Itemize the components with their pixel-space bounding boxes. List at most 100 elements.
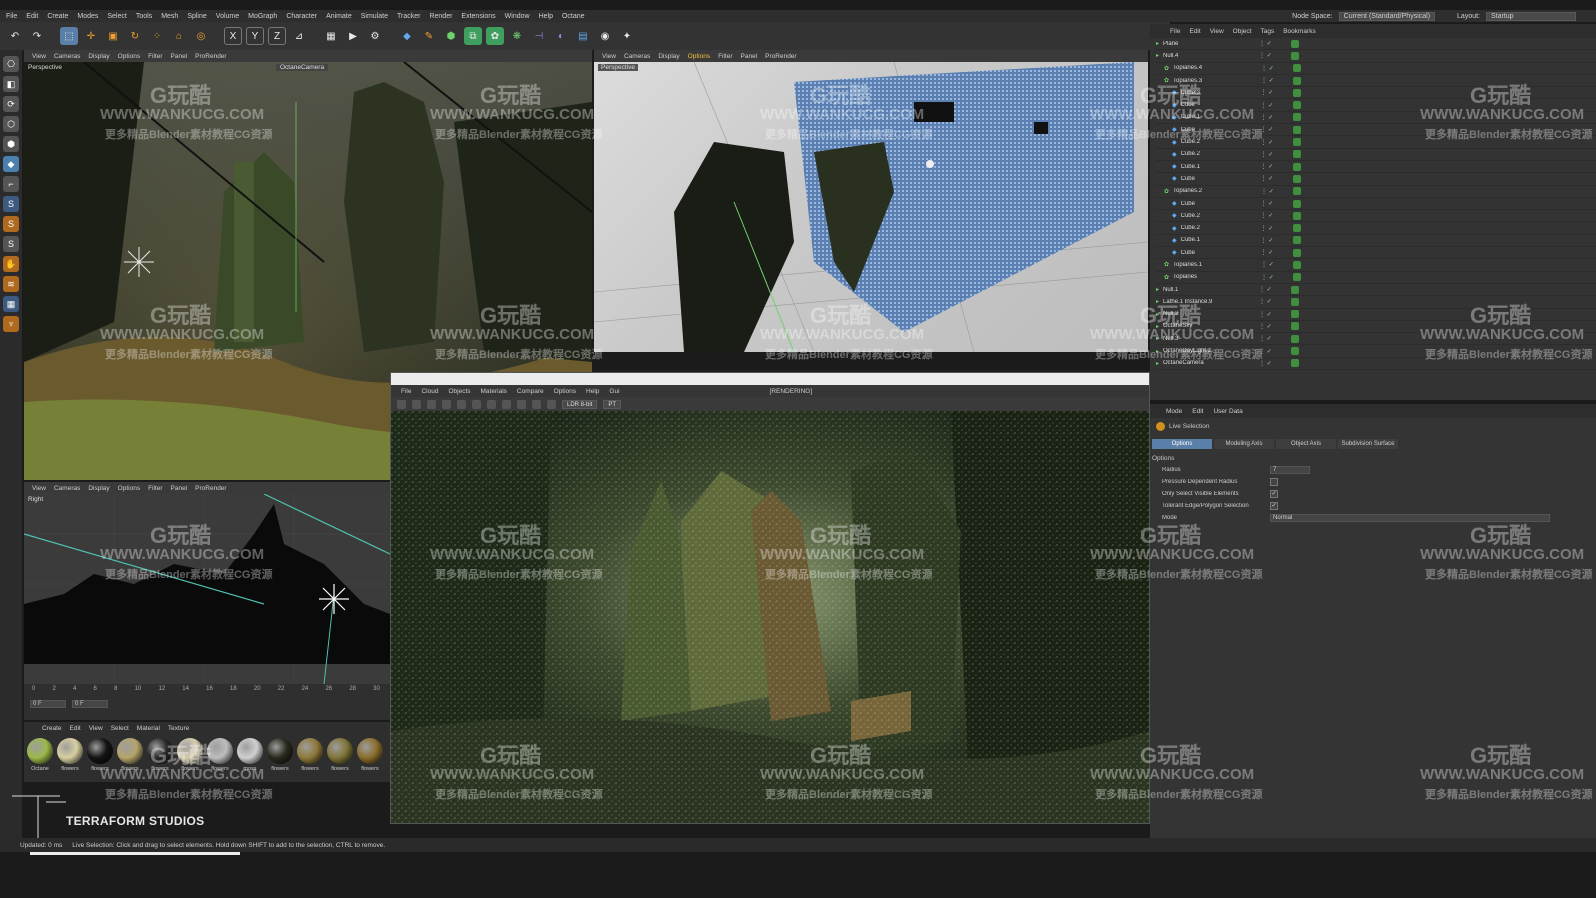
object-row[interactable]: ◆ Cube ⋮ ✓ — [1156, 198, 1596, 211]
workplane-icon[interactable]: ⌐ — [3, 176, 19, 192]
visibility-flags-icon[interactable]: ⋮ ✓ — [1259, 298, 1287, 305]
vp-menu-filter[interactable]: Filter — [148, 485, 162, 492]
object-tag-icon[interactable] — [1291, 297, 1300, 306]
mat-menu-edit[interactable]: Edit — [70, 725, 81, 732]
visibility-flags-icon[interactable]: ⋮ ✓ — [1261, 102, 1289, 109]
object-tag-icon[interactable] — [1291, 334, 1300, 343]
menu-select[interactable]: Select — [107, 13, 126, 20]
object-tag-icon[interactable] — [1292, 211, 1301, 220]
vp-menu-panel[interactable]: Panel — [171, 485, 188, 492]
tab-object-axis[interactable]: Object Axis — [1276, 439, 1336, 449]
object-row[interactable]: ▸ OctaneDayLight.2 ⋮ ✓ — [1156, 345, 1596, 358]
object-tag-icon[interactable] — [1293, 260, 1302, 269]
pressure-checkbox[interactable] — [1270, 478, 1278, 486]
object-row[interactable]: ✿ Topiaries ⋮ ✓ — [1156, 272, 1596, 284]
visibility-flags-icon[interactable]: ⋮ ✓ — [1261, 126, 1289, 133]
light-icon[interactable]: ✦ — [618, 27, 636, 45]
render-menu-materials[interactable]: Materials — [481, 388, 507, 395]
viewport-perspective-2[interactable]: View Cameras Display Options Filter Pane… — [594, 50, 1148, 352]
material-item[interactable]: flowers — [206, 738, 234, 772]
layout-dropdown[interactable]: Startup — [1486, 11, 1576, 21]
visibility-flags-icon[interactable]: ⋮ ✓ — [1261, 65, 1289, 72]
menu-tools[interactable]: Tools — [136, 13, 152, 20]
attr-menu-mode[interactable]: Mode — [1166, 408, 1182, 415]
object-tag-icon[interactable] — [1293, 273, 1302, 282]
coordinate-system-icon[interactable]: ⊿ — [290, 27, 308, 45]
object-tag-icon[interactable] — [1292, 199, 1301, 208]
render-menu-cloud[interactable]: Cloud — [421, 388, 438, 395]
obj-menu-tags[interactable]: Tags — [1260, 28, 1274, 35]
cube-icon[interactable]: ◆ — [398, 27, 416, 45]
visibility-flags-icon[interactable]: ⋮ ✓ — [1259, 52, 1287, 59]
redo-icon[interactable]: ↷ — [28, 27, 46, 45]
x-axis-icon[interactable]: X — [224, 27, 242, 45]
object-row[interactable]: ◆ Cube.1 ⋮ ✓ — [1156, 161, 1596, 174]
snap-icon[interactable]: ◎ — [192, 27, 210, 45]
vp-menu-options[interactable]: Options — [118, 485, 140, 492]
material-item[interactable]: flowers — [296, 738, 324, 772]
hair-icon[interactable]: ♆ — [3, 316, 19, 332]
menu-edit[interactable]: Edit — [26, 13, 38, 20]
pick-focus-icon[interactable] — [532, 399, 541, 409]
object-tag-icon[interactable] — [1291, 285, 1300, 294]
material-item[interactable]: flowers — [176, 738, 204, 772]
object-row[interactable]: ▸ Null.4 ⋮ ✓ — [1156, 50, 1596, 63]
tab-subdivision-surface[interactable]: Subdivision Surface — [1338, 439, 1398, 449]
menu-help[interactable]: Help — [539, 13, 553, 20]
menu-simulate[interactable]: Simulate — [361, 13, 388, 20]
object-tag-icon[interactable] — [1292, 150, 1301, 159]
visibility-flags-icon[interactable]: ⋮ ✓ — [1261, 225, 1289, 232]
material-item[interactable]: flowers — [266, 738, 294, 772]
settings-icon[interactable] — [457, 399, 466, 409]
object-tag-icon[interactable] — [1291, 322, 1300, 331]
object-row[interactable]: ▸ Lathe.1 Instance.9 ⋮ ✓ — [1156, 296, 1596, 309]
vp-menu-prorender[interactable]: ProRender — [765, 53, 796, 60]
radius-field[interactable]: 7 — [1270, 466, 1310, 474]
object-row[interactable]: ◆ Cube ⋮ ✓ — [1156, 124, 1596, 137]
visibility-flags-icon[interactable]: ⋮ ✓ — [1261, 274, 1289, 281]
menu-octane[interactable]: Octane — [562, 13, 585, 20]
object-tag-icon[interactable] — [1292, 138, 1301, 147]
attr-menu-edit[interactable]: Edit — [1192, 408, 1203, 415]
vp-menu-filter[interactable]: Filter — [148, 53, 162, 60]
object-row[interactable]: ◆ Cube.2 ⋮ ✓ — [1156, 210, 1596, 223]
menu-render[interactable]: Render — [429, 13, 452, 20]
object-row[interactable]: ◆ Cube.2 ⋮ ✓ — [1156, 149, 1596, 161]
model-mode-icon[interactable]: ◧ — [3, 76, 19, 92]
render-view-icon[interactable]: ▦ — [322, 27, 340, 45]
obj-menu-bookmarks[interactable]: Bookmarks — [1283, 28, 1316, 35]
material-item[interactable]: flowers — [86, 738, 114, 772]
vp-menu-cameras[interactable]: Cameras — [624, 53, 650, 60]
render-menu-options[interactable]: Options — [554, 388, 576, 395]
object-row[interactable]: ◆ Cube ⋮ ✓ — [1156, 99, 1596, 112]
field-icon[interactable]: ⊣ — [530, 27, 548, 45]
material-item[interactable]: moss — [236, 738, 264, 772]
vp-menu-prorender[interactable]: ProRender — [195, 53, 226, 60]
object-tag-icon[interactable] — [1293, 187, 1302, 196]
visibility-flags-icon[interactable]: ⋮ ✓ — [1261, 249, 1289, 256]
object-row[interactable]: ◆ Cube.2 ⋮ ✓ — [1156, 136, 1596, 149]
recent-tools-icon[interactable]: ⌂ — [170, 27, 188, 45]
material-item[interactable]: flowers — [146, 738, 174, 772]
object-tag-icon[interactable] — [1292, 224, 1301, 233]
restart-render-icon[interactable] — [412, 399, 421, 409]
object-tag-icon[interactable] — [1293, 76, 1302, 85]
vp-menu-cameras[interactable]: Cameras — [54, 53, 80, 60]
camera-icon[interactable]: ◉ — [596, 27, 614, 45]
region-render-icon[interactable] — [502, 399, 511, 409]
render-menu-gui[interactable]: Gui — [609, 388, 619, 395]
object-row[interactable]: ◆ Cube.3 ⋮ ✓ — [1156, 87, 1596, 100]
node-space-dropdown[interactable]: Current (Standard/Physical) — [1338, 11, 1436, 21]
visibility-flags-icon[interactable]: ⋮ ✓ — [1259, 360, 1287, 367]
vp-menu-panel[interactable]: Panel — [171, 53, 188, 60]
object-tag-icon[interactable] — [1291, 359, 1300, 368]
vp-menu-display[interactable]: Display — [88, 485, 109, 492]
object-tag-icon[interactable] — [1292, 88, 1301, 97]
object-tag-icon[interactable] — [1292, 162, 1301, 171]
render-menu-file[interactable]: File — [401, 388, 411, 395]
vp-menu-display[interactable]: Display — [658, 53, 679, 60]
scrollbar-thumb[interactable] — [30, 852, 240, 855]
object-row[interactable]: ◆ Cube.2 ⋮ ✓ — [1156, 222, 1596, 235]
scene-icon[interactable]: ◐ — [552, 27, 570, 45]
end-frame-field[interactable]: 0 F — [72, 700, 108, 708]
